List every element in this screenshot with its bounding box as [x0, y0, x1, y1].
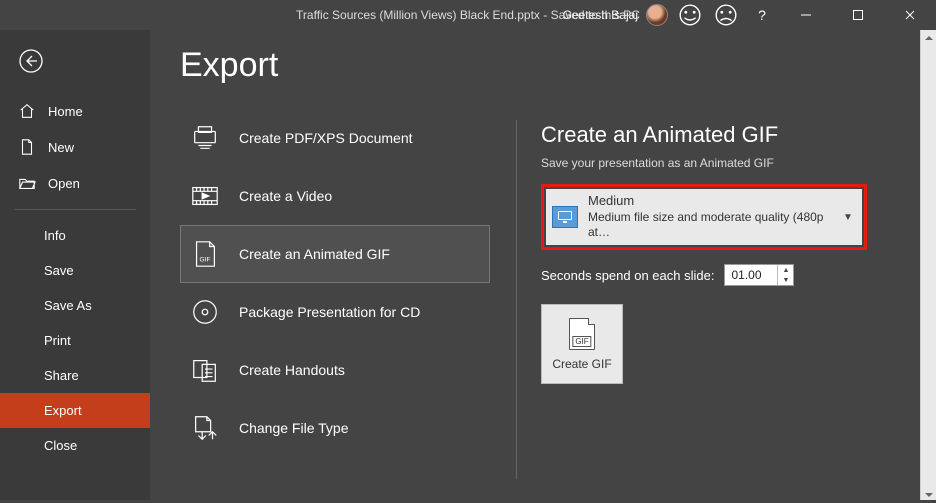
quality-name: Medium — [588, 193, 840, 210]
spinner-up-icon[interactable]: ▲ — [778, 265, 793, 275]
page-title: Export — [150, 30, 490, 109]
export-option-label: Package Presentation for CD — [239, 304, 420, 320]
export-option-label: Change File Type — [239, 420, 348, 436]
export-option-filetype[interactable]: Change File Type — [180, 399, 490, 457]
gif-file-icon: GIF — [567, 317, 597, 351]
dropdown-caret-icon: ▼ — [840, 212, 856, 223]
sidebar-item-label: Info — [44, 228, 66, 243]
video-icon — [189, 180, 221, 212]
sidebar-item-export[interactable]: Export — [0, 393, 150, 428]
sidebar-divider — [14, 209, 136, 210]
sidebar-item-share[interactable]: Share — [0, 358, 150, 393]
minimize-button[interactable] — [784, 0, 828, 30]
feedback-frown-icon[interactable] — [712, 0, 740, 30]
open-icon — [18, 174, 36, 192]
feedback-smile-icon[interactable] — [676, 0, 704, 30]
sidebar-item-print[interactable]: Print — [0, 323, 150, 358]
sidebar-item-open[interactable]: Open — [0, 165, 150, 201]
seconds-value: 01.00 — [725, 268, 777, 282]
sidebar-item-label: Close — [44, 438, 77, 453]
export-option-cd[interactable]: Package Presentation for CD — [180, 283, 490, 341]
quality-highlight: Medium Medium file size and moderate qua… — [541, 184, 867, 250]
sidebar-item-label: Open — [48, 176, 80, 191]
sidebar-item-close[interactable]: Close — [0, 428, 150, 463]
quality-desc: Medium file size and moderate quality (4… — [588, 210, 840, 241]
svg-text:GIF: GIF — [200, 257, 211, 264]
back-button[interactable] — [0, 30, 150, 93]
sidebar-item-label: Export — [44, 403, 82, 418]
sidebar-item-save-as[interactable]: Save As — [0, 288, 150, 323]
export-option-handouts[interactable]: Create Handouts — [180, 341, 490, 399]
detail-subheading: Save your presentation as an Animated GI… — [541, 156, 912, 170]
create-gif-label: Create GIF — [552, 357, 611, 371]
monitor-icon — [552, 206, 578, 228]
sidebar-item-label: Print — [44, 333, 71, 348]
home-icon — [18, 102, 36, 120]
export-option-gif[interactable]: GIF Create an Animated GIF — [180, 225, 490, 283]
export-option-label: Create an Animated GIF — [239, 246, 390, 262]
handouts-icon — [189, 354, 221, 386]
seconds-label: Seconds spend on each slide: — [541, 268, 714, 283]
backstage-sidebar: Home New Open Info Save Save As Print Sh… — [0, 30, 150, 503]
detail-heading: Create an Animated GIF — [541, 122, 912, 148]
seconds-spinner[interactable]: 01.00 ▲ ▼ — [724, 264, 794, 286]
spinner-down-icon[interactable]: ▼ — [778, 275, 793, 285]
export-option-label: Create PDF/XPS Document — [239, 130, 413, 146]
close-button[interactable] — [888, 0, 932, 30]
gif-icon: GIF — [189, 238, 221, 270]
vertical-divider — [516, 120, 517, 479]
vertical-scrollbar[interactable] — [920, 30, 936, 503]
create-gif-button[interactable]: GIF Create GIF — [541, 304, 623, 384]
sidebar-item-label: Save — [44, 263, 74, 278]
export-option-pdf[interactable]: Create PDF/XPS Document — [180, 109, 490, 167]
user-avatar[interactable] — [646, 4, 668, 26]
sidebar-item-save[interactable]: Save — [0, 253, 150, 288]
window-title: Traffic Sources (Million Views) Black En… — [296, 8, 640, 22]
export-option-label: Create a Video — [239, 188, 332, 204]
scroll-up-icon[interactable] — [921, 30, 936, 46]
sidebar-item-label: Save As — [44, 298, 92, 313]
sidebar-item-label: Home — [48, 104, 83, 119]
sidebar-item-label: Share — [44, 368, 79, 383]
cd-icon — [189, 296, 221, 328]
help-button[interactable]: ? — [748, 0, 776, 30]
sidebar-item-info[interactable]: Info — [0, 218, 150, 253]
new-icon — [18, 138, 36, 156]
sidebar-item-home[interactable]: Home — [0, 93, 150, 129]
sidebar-item-new[interactable]: New — [0, 129, 150, 165]
sidebar-item-label: New — [48, 140, 74, 155]
export-option-label: Create Handouts — [239, 362, 345, 378]
change-filetype-icon — [189, 412, 221, 444]
maximize-button[interactable] — [836, 0, 880, 30]
pdf-icon — [189, 122, 221, 154]
export-option-video[interactable]: Create a Video — [180, 167, 490, 225]
quality-dropdown[interactable]: Medium Medium file size and moderate qua… — [546, 189, 862, 245]
